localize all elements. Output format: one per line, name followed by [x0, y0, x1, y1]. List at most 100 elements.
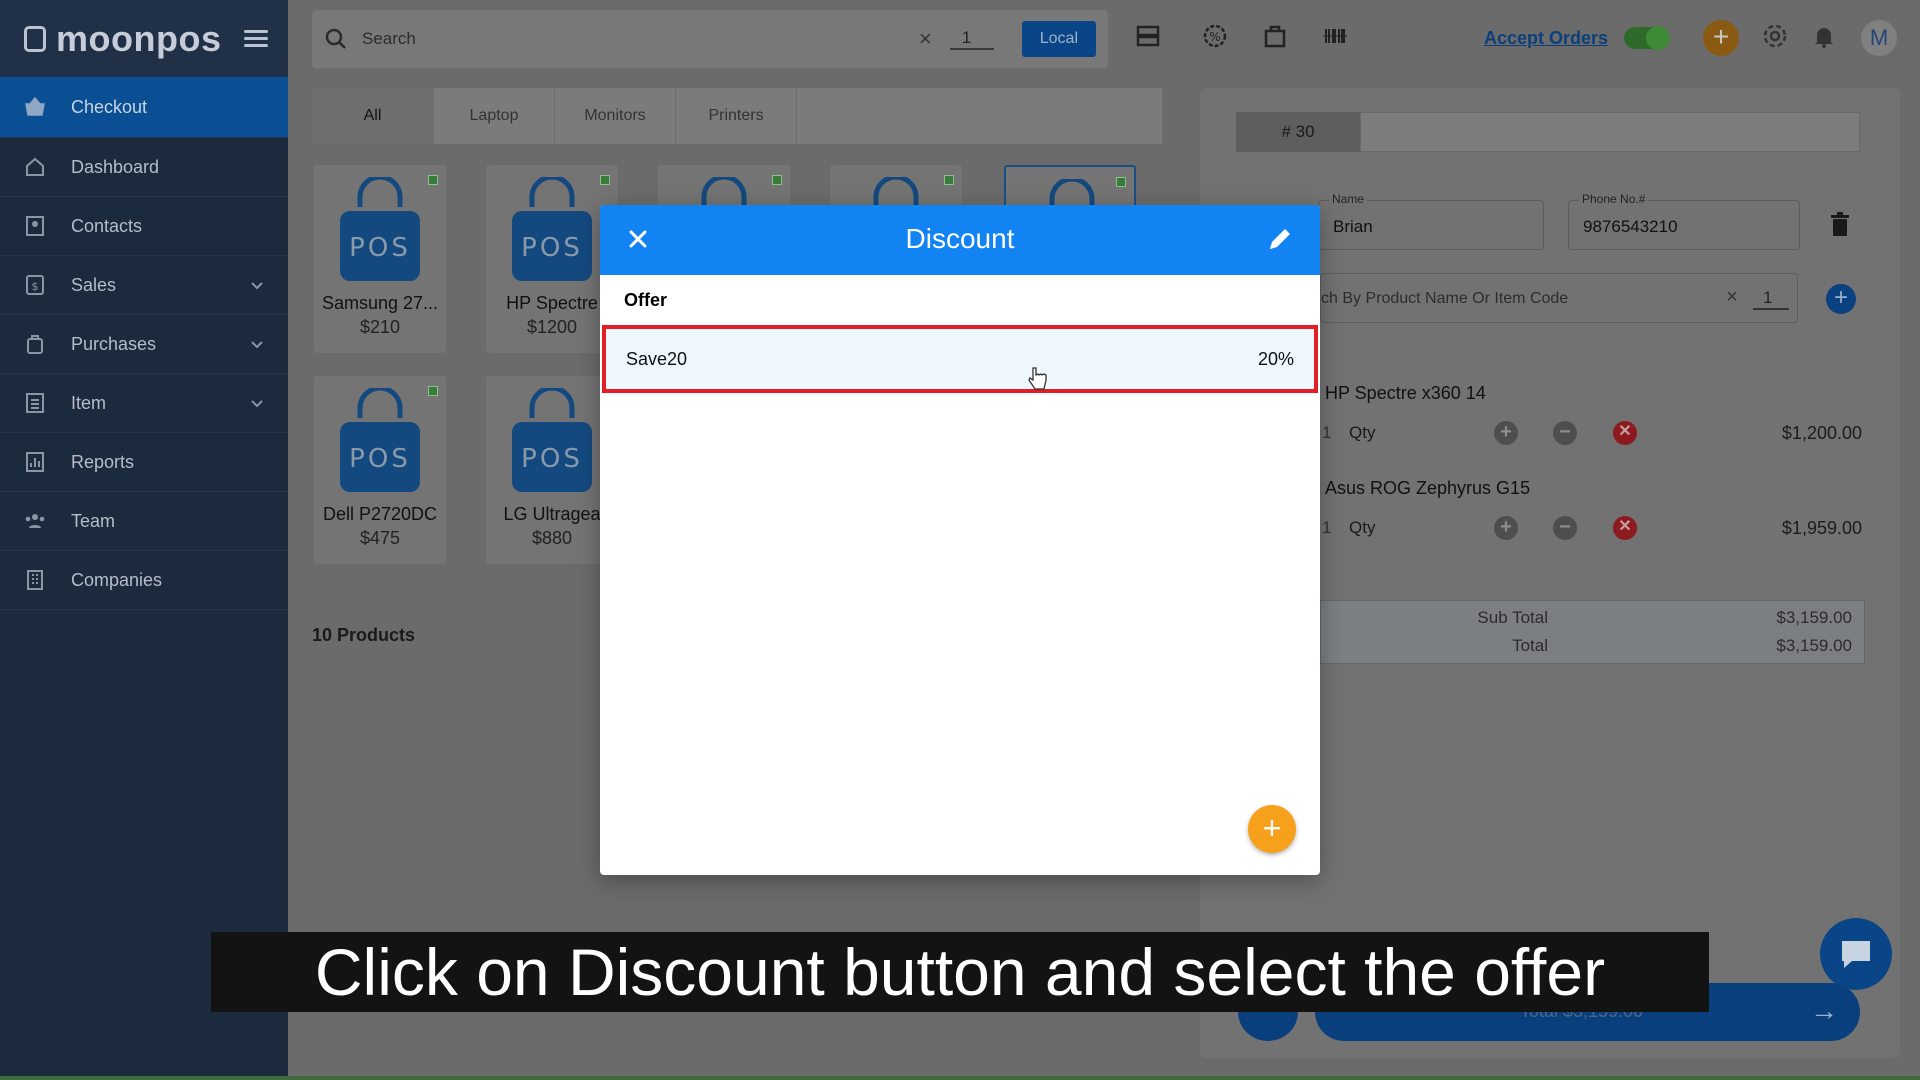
sidebar-item-checkout[interactable]: Checkout [0, 77, 288, 138]
product-name: Dell P2720DC [322, 504, 438, 524]
decrease-qty-icon[interactable]: − [1553, 421, 1577, 445]
in-stock-indicator [428, 386, 438, 396]
trash-icon[interactable] [1829, 212, 1851, 238]
tab-laptop[interactable]: Laptop [434, 88, 555, 144]
increase-qty-icon[interactable]: + [1494, 516, 1518, 540]
app-name: moonpos [56, 17, 222, 59]
tab-printers[interactable]: Printers [676, 88, 797, 144]
bag-icon[interactable] [1261, 22, 1289, 50]
discount-dialog: Discount Offer Save20 20% + [600, 205, 1320, 875]
order-product-search[interactable]: ch By Product Name Or Item Code × 1 [1320, 273, 1798, 323]
product-image-label: POS [521, 444, 583, 474]
chevron-down-icon[interactable] [248, 335, 266, 353]
chevron-down-icon[interactable] [248, 276, 266, 294]
line-item-qty[interactable]: 1 [1322, 423, 1331, 443]
discount-gear-icon[interactable]: % [1201, 22, 1229, 50]
qty-label: Qty [1349, 423, 1376, 442]
accept-orders-toggle[interactable] [1624, 26, 1670, 50]
sidebar-item-label: Companies [71, 569, 163, 590]
sidebar-item-contacts[interactable]: Contacts [0, 197, 288, 256]
search-qty-input[interactable]: 1 [949, 28, 994, 50]
tab-monitors[interactable]: Monitors [555, 88, 676, 144]
sidebar-item-label: Item [71, 392, 107, 413]
user-avatar[interactable]: M [1861, 20, 1897, 56]
remove-item-icon[interactable]: ✕ [1613, 516, 1637, 540]
sidebar-item-reports[interactable]: Reports [0, 433, 288, 492]
layout-icon[interactable] [1134, 22, 1162, 50]
local-button[interactable]: Local [1021, 21, 1096, 57]
product-image-label: POS [521, 233, 583, 263]
sidebar-item-label: Contacts [71, 215, 143, 236]
home-icon [24, 156, 46, 178]
product-name: LG Ultragea [503, 504, 601, 524]
dialog-header: Discount [600, 205, 1320, 275]
reports-icon [24, 451, 46, 473]
sidebar-item-sales[interactable]: $ Sales [0, 256, 288, 315]
team-icon [24, 510, 46, 532]
product-search-bar: Search × 1 Local [312, 10, 1108, 68]
tutorial-caption: Click on Discount button and select the … [211, 932, 1709, 1012]
product-count: 10 Products [312, 625, 416, 645]
product-search-input[interactable]: ch By Product Name Or Item Code [1321, 290, 1568, 308]
edit-pencil-icon[interactable] [1266, 225, 1294, 253]
settings-gear-icon[interactable] [1761, 22, 1789, 50]
product-price: $210 [359, 317, 401, 337]
add-product-icon[interactable]: + [1826, 284, 1856, 314]
field-value: Brian [1333, 217, 1373, 236]
companies-icon [24, 569, 46, 591]
line-item-qty[interactable]: 1 [1322, 518, 1331, 538]
offer-row-save20[interactable]: Save20 20% [602, 325, 1318, 393]
sub-total-label: Sub Total [1477, 608, 1548, 627]
app-logo[interactable]: moonpos [0, 0, 288, 77]
in-stock-indicator [428, 175, 438, 185]
sidebar-item-label: Sales [71, 274, 117, 295]
purchases-icon [24, 333, 46, 355]
field-value: 9876543210 [1583, 217, 1678, 236]
offer-name: Save20 [626, 348, 688, 369]
offer-value: 20% [1257, 348, 1294, 369]
barcode-icon[interactable] [1321, 22, 1349, 50]
field-label: Name [1329, 192, 1368, 206]
hamburger-menu-icon[interactable] [244, 26, 268, 51]
pos-bag-icon: POS [340, 388, 420, 492]
increase-qty-icon[interactable]: + [1494, 421, 1518, 445]
hand-cursor-icon [1028, 367, 1047, 390]
product-card[interactable]: POS Dell P2720DC $475 [314, 376, 446, 564]
dialog-title: Discount [905, 223, 1015, 254]
customer-name-field[interactable]: Name Brian [1318, 192, 1544, 250]
add-offer-button[interactable]: + [1248, 805, 1296, 853]
product-qty-input[interactable]: 1 [1753, 288, 1789, 310]
sidebar-item-item[interactable]: Item [0, 374, 288, 433]
bell-icon[interactable] [1810, 22, 1838, 50]
product-image-label: POS [349, 444, 411, 474]
sidebar-item-label: Team [71, 510, 116, 531]
sub-total-value: $3,159.00 [1776, 608, 1852, 627]
search-icon [325, 28, 346, 49]
clear-search-icon[interactable]: × [1726, 286, 1738, 309]
tab-all[interactable]: All [312, 88, 434, 144]
product-card[interactable]: POS HP Spectre $1200 [486, 165, 618, 353]
line-item-price: $1,959.00 [1781, 518, 1862, 538]
contacts-icon [24, 215, 46, 237]
order-number-tab[interactable]: # 30 [1236, 112, 1360, 152]
sidebar-item-label: Reports [71, 451, 135, 472]
sidebar-item-dashboard[interactable]: Dashboard [0, 138, 288, 197]
search-input[interactable]: Search [362, 29, 919, 49]
add-icon[interactable]: + [1703, 20, 1739, 56]
remove-item-icon[interactable]: ✕ [1613, 421, 1637, 445]
product-card[interactable]: POS Samsung 27... $210 [314, 165, 446, 353]
total-label: Total [1512, 636, 1548, 655]
sidebar-item-companies[interactable]: Companies [0, 551, 288, 610]
product-card[interactable]: POS LG Ultragea $880 [486, 376, 618, 564]
product-price: $1200 [526, 317, 578, 337]
sidebar-item-purchases[interactable]: Purchases [0, 315, 288, 374]
decrease-qty-icon[interactable]: − [1553, 516, 1577, 540]
sidebar-item-team[interactable]: Team [0, 492, 288, 551]
chevron-down-icon[interactable] [248, 394, 266, 412]
sidebar-item-label: Checkout [71, 96, 148, 117]
phone-field[interactable]: Phone No.# 9876543210 [1568, 192, 1800, 250]
chat-icon[interactable] [1820, 918, 1892, 990]
accept-orders-link[interactable]: Accept Orders [1484, 28, 1608, 49]
clear-search-icon[interactable]: × [919, 26, 932, 52]
pos-bag-icon: POS [340, 177, 420, 281]
